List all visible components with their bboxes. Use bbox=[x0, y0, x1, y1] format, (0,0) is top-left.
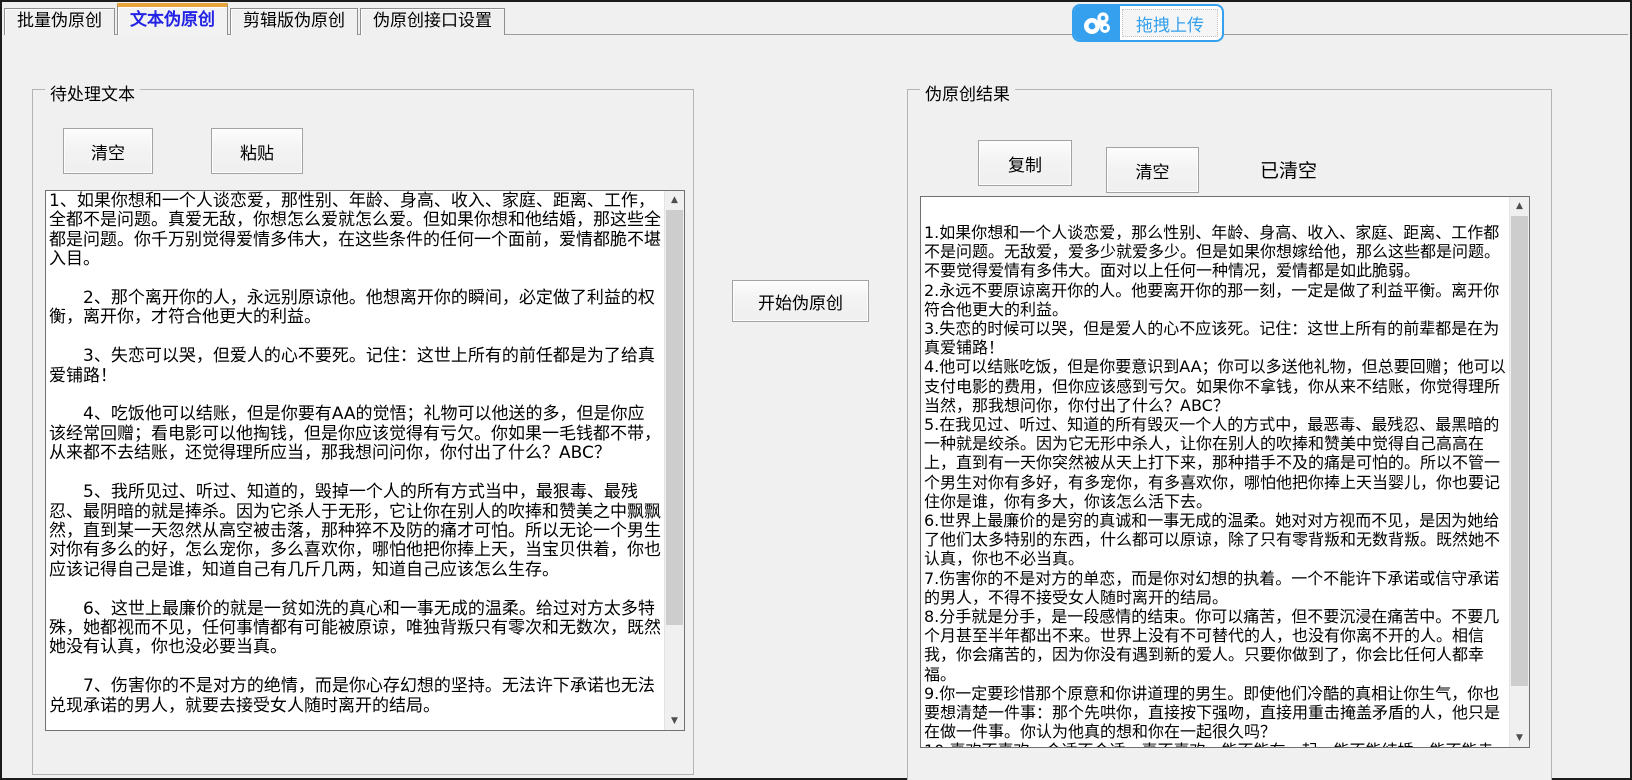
copy-result-button[interactable]: 复制 bbox=[978, 140, 1072, 186]
tab-batch-spin[interactable]: 批量伪原创 bbox=[4, 8, 115, 35]
clear-result-button[interactable]: 清空 bbox=[1106, 147, 1199, 193]
result-textarea[interactable]: 1.如果你想和一个人谈恋爱，那么性别、年龄、身高、收入、家庭、距离、工作都不是问… bbox=[920, 196, 1530, 748]
result-scrollbar[interactable]: ▲ ▼ bbox=[1509, 197, 1529, 747]
scroll-down-icon[interactable]: ▼ bbox=[1510, 729, 1529, 747]
scroll-up-icon[interactable]: ▲ bbox=[665, 191, 684, 209]
tab-api-settings[interactable]: 伪原创接口设置 bbox=[360, 8, 505, 35]
tab-text-spin[interactable]: 文本伪原创 bbox=[117, 3, 228, 35]
tab-page-text-spin: 待处理文本 清空 粘贴 1、如果你想和一个人谈恋爱，那性别、年龄、身高、收入、家… bbox=[4, 34, 1628, 776]
pending-text-group: 待处理文本 清空 粘贴 1、如果你想和一个人谈恋爱，那性别、年龄、身高、收入、家… bbox=[32, 89, 694, 775]
scroll-down-icon[interactable]: ▼ bbox=[665, 712, 684, 730]
source-text[interactable]: 1、如果你想和一个人谈恋爱，那性别、年龄、身高、收入、家庭、距离、工作，全都不是… bbox=[46, 191, 664, 730]
scroll-up-icon[interactable]: ▲ bbox=[1510, 197, 1529, 215]
cloud-disk-icon bbox=[1074, 6, 1120, 40]
cleared-status-label: 已清空 bbox=[1260, 156, 1317, 183]
pending-text-group-title: 待处理文本 bbox=[45, 80, 140, 105]
spin-result-group-title: 伪原创结果 bbox=[920, 80, 1015, 105]
tab-clip-spin[interactable]: 剪辑版伪原创 bbox=[230, 8, 358, 35]
tab-strip: 批量伪原创 文本伪原创 剪辑版伪原创 伪原创接口设置 bbox=[4, 2, 507, 35]
paste-button[interactable]: 粘贴 bbox=[211, 128, 303, 174]
drag-upload-button[interactable]: 拖拽上传 bbox=[1072, 4, 1224, 42]
clear-source-button[interactable]: 清空 bbox=[63, 128, 153, 174]
source-scrollbar[interactable]: ▲ ▼ bbox=[664, 191, 684, 730]
scrollbar-thumb[interactable] bbox=[666, 210, 683, 625]
start-spin-button[interactable]: 开始伪原创 bbox=[732, 280, 869, 322]
scrollbar-thumb[interactable] bbox=[1511, 216, 1528, 686]
app-window: 批量伪原创 文本伪原创 剪辑版伪原创 伪原创接口设置 拖拽上传 待处理文本 清空… bbox=[0, 0, 1632, 780]
upload-button-label: 拖拽上传 bbox=[1122, 9, 1218, 37]
spin-result-group: 伪原创结果 复制 清空 已清空 1.如果你想和一个人谈恋爱，那么性别、年龄、身高… bbox=[907, 89, 1552, 780]
result-text[interactable]: 1.如果你想和一个人谈恋爱，那么性别、年龄、身高、收入、家庭、距离、工作都不是问… bbox=[921, 197, 1509, 747]
source-textarea[interactable]: 1、如果你想和一个人谈恋爱，那性别、年龄、身高、收入、家庭、距离、工作，全都不是… bbox=[45, 190, 685, 731]
